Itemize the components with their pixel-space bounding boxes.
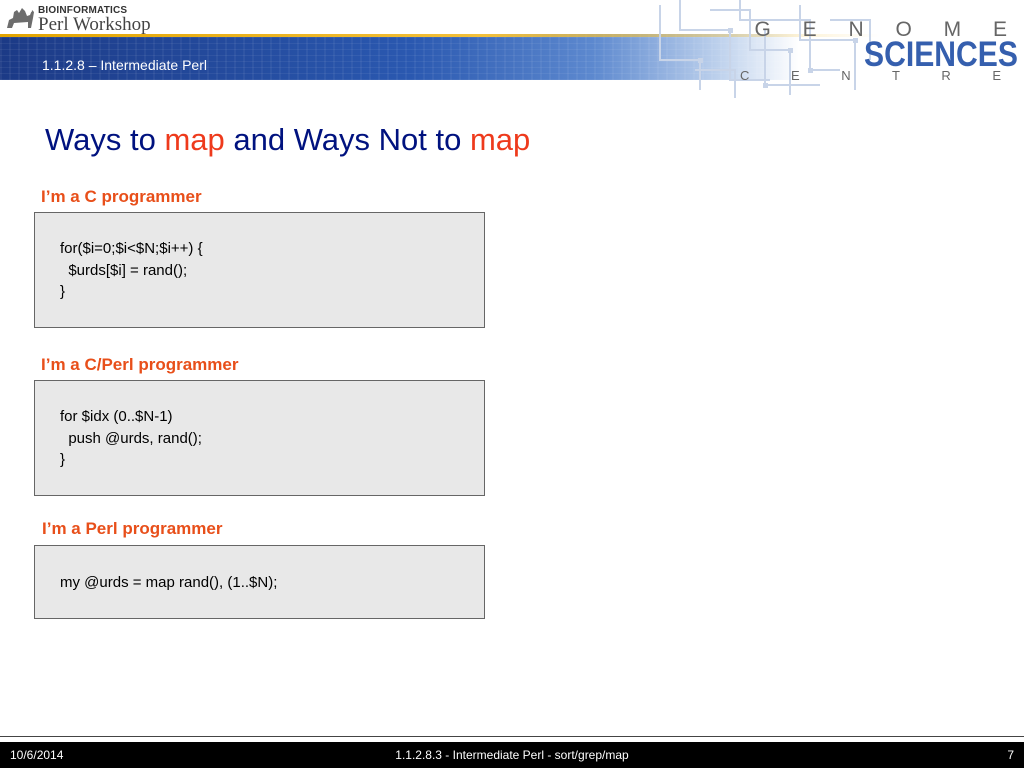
title-part2: and Ways Not to bbox=[224, 122, 470, 157]
code-line: for $idx (0..$N-1) bbox=[60, 408, 173, 425]
camel-logo-icon bbox=[7, 8, 34, 28]
genome-sciences-centre-logo: G E N O M E SCIENCES C E N T R E bbox=[640, 0, 1024, 100]
slide-header: BIOINFORMATICS Perl Workshop 1.1.2.8 – I… bbox=[0, 0, 1024, 100]
section-heading-perl: I’m a Perl programmer bbox=[42, 519, 223, 538]
code-box-c-perl: for $idx (0..$N-1) push @urds, rand(); } bbox=[34, 380, 485, 496]
code-line: for($i=0;$i<$N;$i++) { bbox=[60, 240, 203, 257]
logo-workshop-text: Perl Workshop bbox=[38, 14, 151, 35]
title-part1: Ways to bbox=[45, 122, 165, 157]
slide-footer: 10/6/2014 1.1.2.8.3 - Intermediate Perl … bbox=[0, 742, 1024, 768]
code-box-c: for($i=0;$i<$N;$i++) { $urds[$i] = rand(… bbox=[34, 212, 485, 328]
code-line: my @urds = map rand(), (1..$N); bbox=[60, 574, 278, 591]
org-centre-text: C E N T R E bbox=[739, 68, 1020, 83]
footer-course-title: 1.1.2.8.3 - Intermediate Perl - sort/gre… bbox=[395, 748, 629, 762]
section-heading-c-perl: I’m a C/Perl programmer bbox=[41, 355, 239, 374]
title-map-1: map bbox=[164, 122, 225, 157]
workshop-logo: BIOINFORMATICS Perl Workshop bbox=[4, 2, 204, 35]
section-heading-c: I’m a C programmer bbox=[41, 187, 202, 206]
footer-page-number: 7 bbox=[1007, 748, 1014, 762]
code-line: } bbox=[60, 283, 66, 300]
code-box-perl: my @urds = map rand(), (1..$N); bbox=[34, 545, 485, 619]
title-map-2: map bbox=[469, 122, 531, 157]
footer-separator bbox=[0, 736, 1024, 737]
slide-title: Ways to map and Ways Not to map bbox=[45, 122, 530, 158]
section-label: 1.1.2.8 – Intermediate Perl bbox=[42, 57, 207, 73]
code-line: $urds[$i] = rand(); bbox=[60, 262, 188, 279]
code-line: } bbox=[60, 451, 66, 468]
code-line: push @urds, rand(); bbox=[60, 430, 202, 447]
